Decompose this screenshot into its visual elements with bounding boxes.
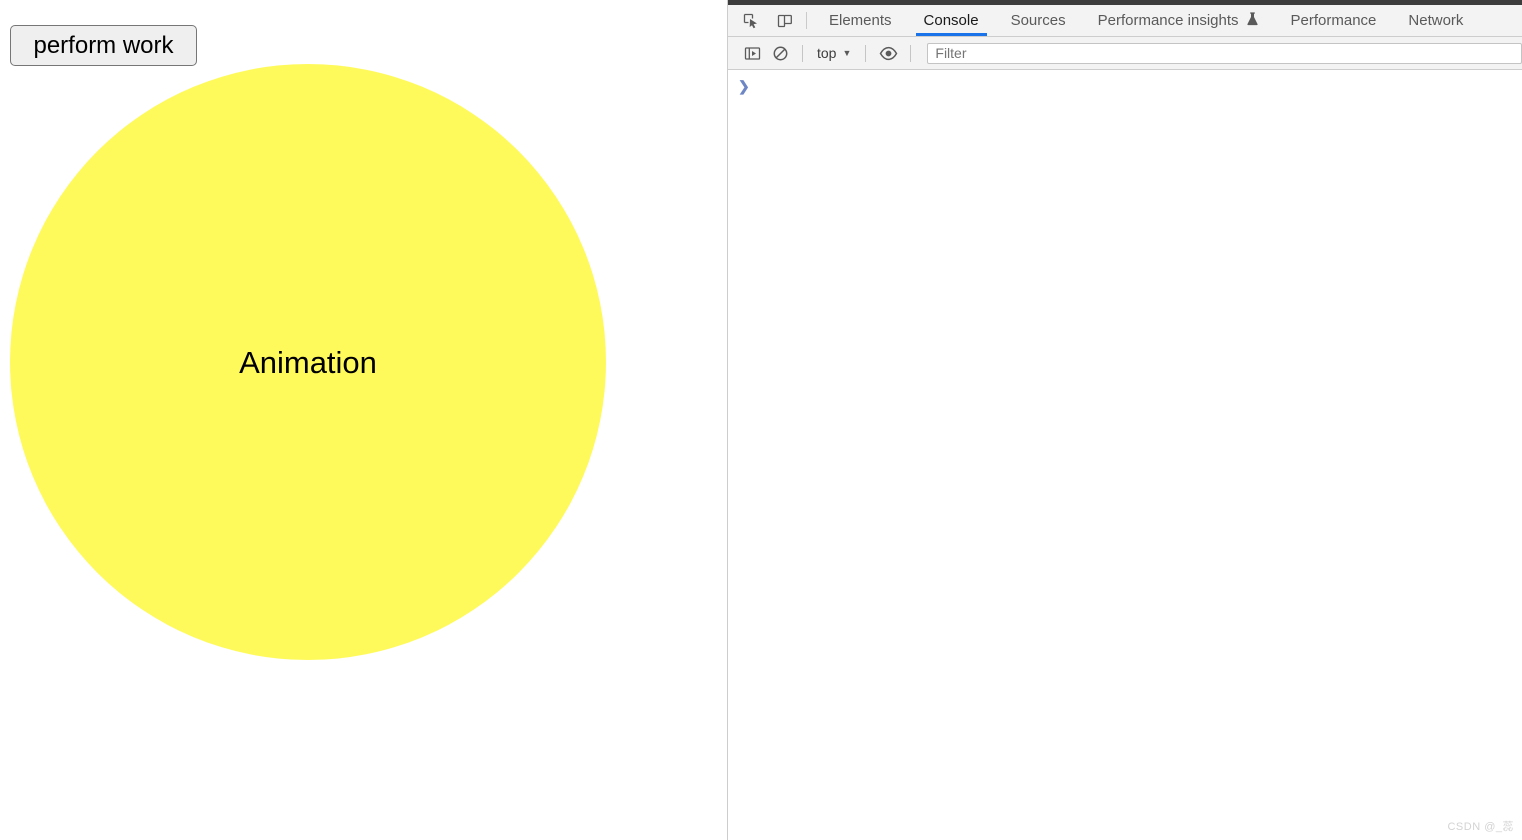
console-toolbar-divider-1 (802, 44, 803, 62)
console-context-selector[interactable]: top ▼ (811, 45, 857, 61)
tab-sources[interactable]: Sources (995, 5, 1082, 36)
tab-sources-label: Sources (1010, 12, 1066, 29)
tab-network[interactable]: Network (1392, 5, 1479, 36)
tab-performance-label: Performance (1290, 12, 1377, 29)
animation-circle[interactable]: Animation (10, 64, 606, 660)
console-sidebar-icon[interactable] (738, 40, 766, 66)
tab-elements-label: Elements (829, 12, 892, 29)
devtools-panel: Elements Console Sources Performance ins… (727, 0, 1522, 840)
eye-icon[interactable] (874, 40, 902, 66)
console-filter-input[interactable] (927, 42, 1522, 64)
inspect-element-icon[interactable] (738, 8, 764, 34)
tab-performance[interactable]: Performance (1275, 5, 1393, 36)
chevron-down-icon: ▼ (842, 47, 852, 58)
console-prompt-row[interactable]: ❯ (728, 71, 1522, 93)
tabbar-divider (806, 12, 807, 29)
experiment-flask-icon (1246, 12, 1259, 29)
tab-performance-insights-label: Performance insights (1097, 12, 1239, 29)
console-input[interactable] (750, 79, 1522, 95)
tab-network-label: Network (1408, 12, 1464, 29)
tab-console[interactable]: Console (908, 5, 995, 36)
watermark: CSDN @_蕊 (1447, 821, 1514, 833)
device-toolbar-icon[interactable] (772, 8, 798, 34)
console-prompt-chevron-icon: ❯ (738, 78, 750, 94)
perform-work-button[interactable]: perform work (10, 25, 197, 66)
devtools-tabs: Elements Console Sources Performance ins… (813, 5, 1479, 36)
tab-console-label: Console (923, 12, 979, 29)
devtools-tabbar: Elements Console Sources Performance ins… (728, 5, 1522, 37)
animation-circle-label: Animation (239, 344, 377, 380)
console-context-label: top (817, 45, 837, 61)
console-toolbar: top ▼ (728, 37, 1522, 70)
console-toolbar-divider-2 (865, 44, 867, 62)
clear-console-icon[interactable] (766, 40, 794, 66)
console-output-area[interactable]: ❯ (728, 71, 1522, 840)
tab-elements[interactable]: Elements (813, 5, 908, 36)
console-toolbar-divider-3 (910, 44, 912, 62)
page-viewport: perform work Animation (0, 0, 727, 840)
devtools-tool-icons (728, 5, 804, 36)
app-root: perform work Animation Elements Console … (0, 0, 1522, 840)
tab-performance-insights[interactable]: Performance insights (1082, 5, 1275, 36)
